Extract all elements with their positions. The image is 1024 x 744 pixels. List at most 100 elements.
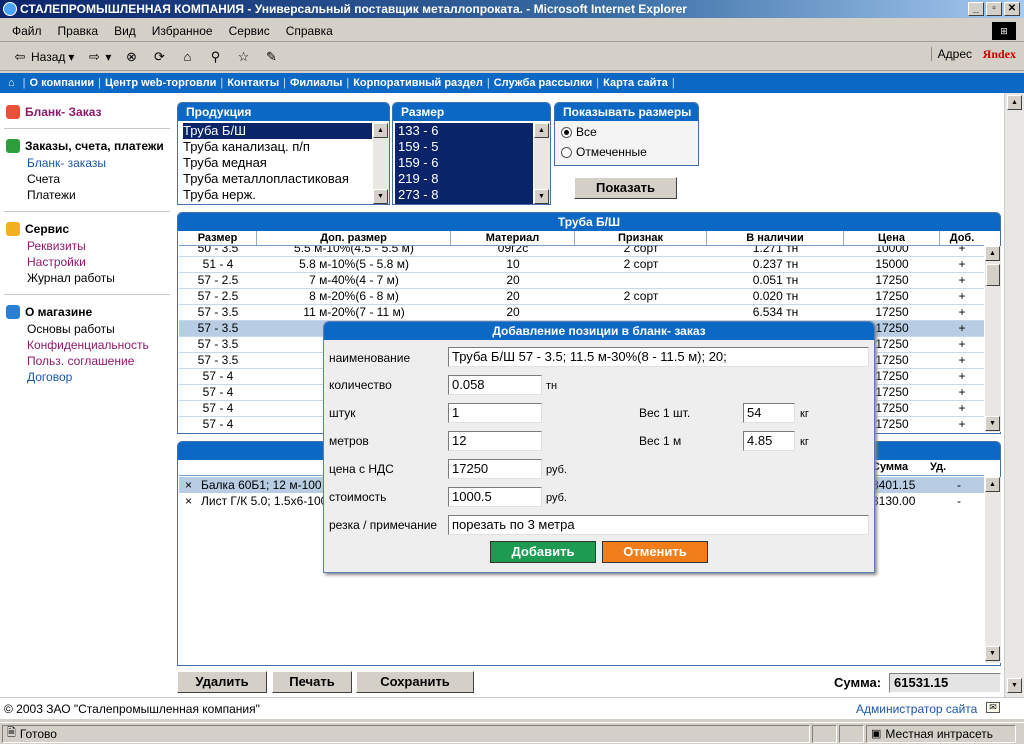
col-size[interactable]: Размер	[179, 231, 257, 245]
radio-marked[interactable]: Отмеченные	[561, 145, 647, 159]
page-scrollbar[interactable]: ▲ ▼	[1004, 93, 1024, 697]
mail-icon[interactable]: ✉	[986, 702, 1000, 713]
cost-field[interactable]: 1000.5	[448, 487, 542, 507]
table-cell[interactable]: +	[940, 288, 984, 305]
sizes-scrollbar[interactable]: ▲ ▼	[534, 123, 550, 204]
remove-x-icon[interactable]: ×	[185, 494, 192, 508]
scroll-down-icon[interactable]: ▼	[1007, 678, 1022, 693]
note-field[interactable]: порезать по 3 метра	[448, 515, 869, 535]
list-item[interactable]: 133 - 6	[398, 123, 533, 139]
cart-scrollbar[interactable]: ▲ ▼	[985, 477, 1001, 663]
col-material[interactable]: Материал	[451, 231, 575, 245]
admin-link[interactable]: Администратор сайта	[856, 702, 977, 716]
scroll-thumb[interactable]	[986, 264, 1000, 286]
nav-branches[interactable]: Филиалы	[290, 77, 342, 89]
save-button[interactable]: Сохранить	[356, 671, 474, 693]
table-row[interactable]: 57 - 2.5 8 м-20%(6 - 8 м) 20 2 сорт 0.020 тн…	[179, 288, 984, 305]
table-cell[interactable]: +	[940, 352, 984, 369]
yandex-button[interactable]: Яndex	[983, 47, 1016, 62]
address-label[interactable]: Адрес	[930, 47, 972, 61]
table-cell[interactable]: +	[940, 400, 984, 417]
table-row[interactable]: 57 - 3.5 11 м-20%(7 - 11 м) 20 6.534 тн 1725…	[179, 304, 984, 321]
cancel-button[interactable]: Отменить	[602, 541, 708, 563]
menu-file[interactable]: Файл	[4, 24, 50, 38]
remove-x-icon[interactable]: ×	[185, 478, 192, 492]
scroll-down-icon[interactable]: ▼	[373, 189, 388, 204]
search-button[interactable]: ⚲	[201, 49, 229, 65]
list-item[interactable]: 219 - 8	[398, 171, 533, 187]
forward-button[interactable]: ⇨ ▾	[80, 49, 117, 65]
radio-all[interactable]: Все	[561, 125, 597, 139]
nav-mailing[interactable]: Служба рассылки	[494, 77, 593, 89]
sidebar-item-blank-orders[interactable]: Бланк- заказы	[27, 156, 106, 170]
sidebar-item-basics[interactable]: Основы работы	[27, 322, 115, 336]
weight-per-meter-field[interactable]: 4.85	[743, 431, 795, 451]
weight-per-piece-field[interactable]: 54	[743, 403, 795, 423]
col-stock[interactable]: В наличии	[707, 231, 844, 245]
sidebar-item-log[interactable]: Журнал работы	[27, 271, 115, 285]
show-button[interactable]: Показать	[574, 177, 677, 199]
table-cell[interactable]: +	[940, 384, 984, 401]
menu-edit[interactable]: Правка	[50, 24, 107, 38]
menu-favorites[interactable]: Избранное	[144, 24, 221, 38]
refresh-button[interactable]: ⟳	[145, 49, 173, 65]
close-button[interactable]: ✕	[1004, 2, 1020, 16]
price-field[interactable]: 17250	[448, 459, 542, 479]
list-item[interactable]: 159 - 5	[398, 139, 533, 155]
sidebar-item-privacy[interactable]: Конфиденциальность	[27, 338, 149, 352]
home-button[interactable]: ⌂	[173, 49, 201, 65]
list-item[interactable]: Труба медная	[183, 155, 372, 171]
sidebar-item-payments[interactable]: Платежи	[27, 188, 76, 202]
sidebar-item-contract[interactable]: Договор	[27, 370, 72, 384]
table-cell[interactable]: +	[940, 246, 984, 257]
col-extra-size[interactable]: Доп. размер	[257, 231, 451, 245]
radio-unchecked-icon[interactable]	[561, 146, 572, 158]
table-cell[interactable]: +	[940, 304, 984, 321]
scroll-down-icon[interactable]: ▼	[985, 646, 1000, 661]
sidebar-item-agreement[interactable]: Польз. соглашение	[27, 354, 134, 368]
list-item[interactable]: 273 - 8	[398, 187, 533, 203]
col-add[interactable]: Доб.	[940, 231, 984, 245]
nav-web-trade[interactable]: Центр web-торговли	[105, 77, 216, 89]
edit-button[interactable]: ✎	[257, 49, 285, 65]
minimize-button[interactable]: _	[968, 2, 984, 16]
sizes-list[interactable]: 133 - 6 159 - 5 159 - 6 219 - 8 273 - 8	[395, 123, 533, 204]
scroll-down-icon[interactable]: ▼	[534, 189, 549, 204]
col-feature[interactable]: Признак	[575, 231, 707, 245]
table-cell[interactable]: +	[940, 416, 984, 432]
sidebar-item-requisites[interactable]: Реквизиты	[27, 239, 86, 253]
table-row[interactable]: 50 - 3.5 5.5 м-10%(4.5 - 5.5 м) 09г2с 2 сор…	[179, 246, 984, 257]
menu-view[interactable]: Вид	[106, 24, 144, 38]
col-price[interactable]: Цена	[844, 231, 940, 245]
favorites-button[interactable]: ☆	[229, 49, 257, 65]
scroll-up-icon[interactable]: ▲	[985, 246, 1000, 261]
scroll-up-icon[interactable]: ▲	[985, 477, 1000, 492]
products-scrollbar[interactable]: ▲ ▼	[373, 123, 389, 204]
nav-contacts[interactable]: Контакты	[227, 77, 279, 89]
delete-button[interactable]: Удалить	[177, 671, 267, 693]
table-cell[interactable]: +	[940, 320, 984, 337]
table-row[interactable]: 57 - 2.5 7 м-40%(4 - 7 м) 20 0.051 тн 17250 +	[179, 272, 984, 289]
list-item[interactable]: 159 - 6	[398, 155, 533, 171]
list-item[interactable]: Труба нерж.	[183, 187, 372, 203]
nav-corporate[interactable]: Корпоративный раздел	[353, 77, 483, 89]
pieces-field[interactable]: 1	[448, 403, 542, 423]
scroll-up-icon[interactable]: ▲	[534, 123, 549, 138]
meters-field[interactable]: 12	[448, 431, 542, 451]
print-button[interactable]: Печать	[272, 671, 352, 693]
table-cell[interactable]: +	[940, 336, 984, 353]
table-cell[interactable]: +	[940, 272, 984, 289]
products-list[interactable]: Труба Б/Ш Труба канализац. п/п Труба мед…	[180, 123, 372, 204]
stop-button[interactable]: ⊗	[117, 49, 145, 65]
radio-checked-icon[interactable]	[561, 126, 572, 138]
sidebar-item-invoices[interactable]: Счета	[27, 172, 60, 186]
name-field[interactable]: Труба Б/Ш 57 - 3.5; 11.5 м-30%(8 - 11.5 …	[448, 347, 869, 367]
scroll-down-icon[interactable]: ▼	[985, 416, 1000, 431]
back-button[interactable]: ⇦ Назад ▾	[6, 49, 80, 65]
list-item[interactable]: Труба металлопластиковая	[183, 171, 372, 187]
quantity-field[interactable]: 0.058	[448, 375, 542, 395]
nav-sitemap[interactable]: Карта сайта	[603, 77, 668, 89]
list-item[interactable]: Труба Б/Ш	[183, 123, 372, 139]
sidebar-item-settings[interactable]: Настройки	[27, 255, 86, 269]
sidebar-blank-order[interactable]: Бланк- Заказ	[6, 105, 102, 119]
